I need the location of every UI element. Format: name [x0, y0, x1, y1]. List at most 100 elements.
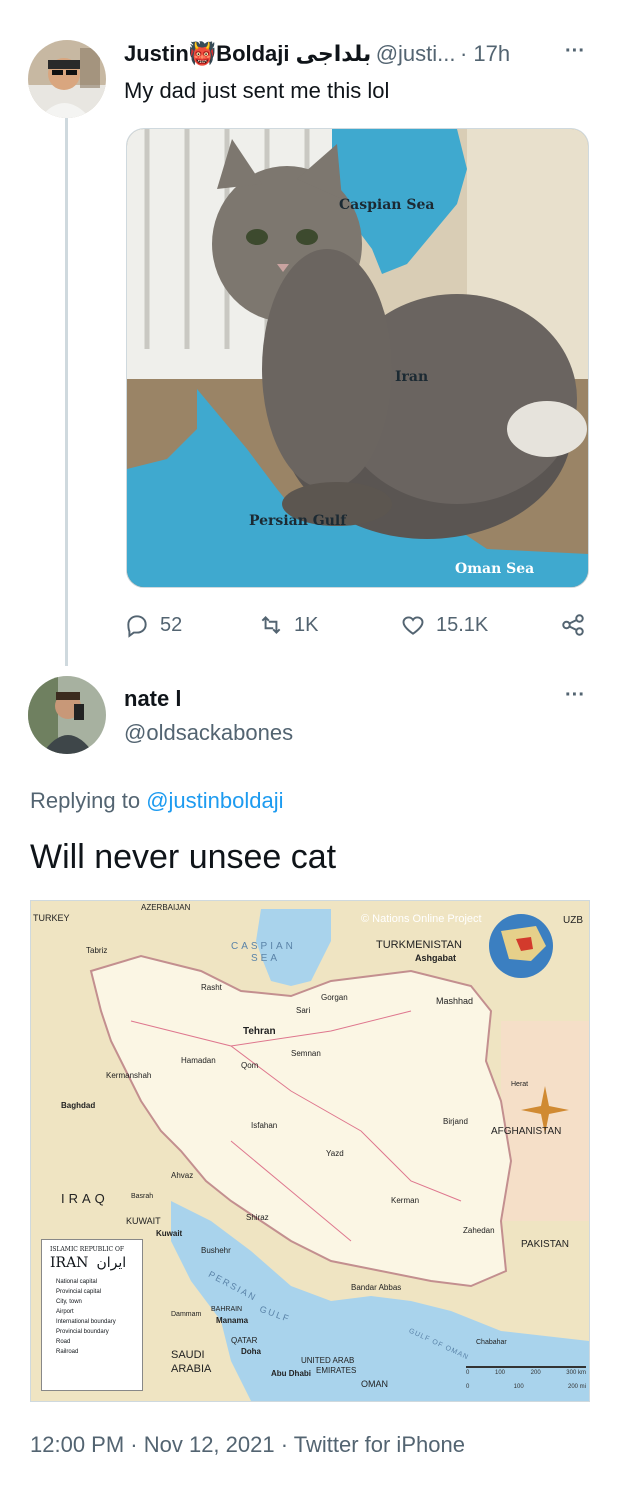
- scale-km: 0: [466, 1370, 470, 1376]
- country-uae-2: EMIRATES: [316, 1366, 357, 1375]
- country-azerbaijan: AZERBAIJAN: [141, 903, 191, 912]
- replying-to: Replying to @justinboldaji: [30, 788, 283, 814]
- label-persian-gulf: Persian Gulf: [249, 513, 347, 529]
- like-count: 15.1K: [436, 613, 489, 636]
- city-herat: Herat: [511, 1081, 529, 1088]
- city-kerman: Kerman: [391, 1196, 420, 1205]
- city-sari: Sari: [296, 1006, 311, 1015]
- retweet-icon: [261, 616, 281, 634]
- legend-item: Provincial capital: [56, 1289, 102, 1295]
- country-saudi: SAUDI: [171, 1349, 205, 1361]
- country-turkey: TURKEY: [33, 913, 70, 923]
- heart-icon: [402, 616, 424, 635]
- city-kermanshah: Kermanshah: [106, 1071, 152, 1080]
- city-bandar-abbas: Bandar Abbas: [351, 1283, 402, 1292]
- legend-item: Railroad: [56, 1349, 79, 1355]
- legend-item: Road: [56, 1339, 71, 1345]
- label-caspian-sea: Caspian Sea: [339, 197, 435, 213]
- city-birjand: Birjand: [443, 1117, 468, 1126]
- country-arabia: ARABIA: [171, 1363, 212, 1375]
- retweet-button[interactable]: 1K: [258, 612, 318, 638]
- handle[interactable]: @justi...: [376, 41, 456, 66]
- reply-button[interactable]: 52: [124, 612, 182, 638]
- country-uae-1: UNITED ARAB: [301, 1356, 355, 1365]
- tweet1-header: Justin👹Boldaji بلداجی @justi... · 17h: [124, 41, 510, 67]
- tweet-text: My dad just sent me this lol: [124, 78, 390, 103]
- tweet-image-cat-map[interactable]: Caspian Sea Iran Persian Gulf Oman Sea: [126, 128, 589, 588]
- replying-prefix: Replying to: [30, 788, 147, 813]
- city-basrah: Basrah: [131, 1193, 154, 1200]
- legend-title: IRAN: [50, 1255, 89, 1271]
- country-bahrain: BAHRAIN: [211, 1306, 243, 1313]
- city-kuwait: Kuwait: [156, 1229, 183, 1238]
- share-button[interactable]: [560, 612, 586, 638]
- scale-mi: 0: [466, 1384, 470, 1390]
- country-oman: OMAN: [361, 1379, 388, 1389]
- legend-item: City, town: [56, 1299, 82, 1305]
- city-isfahan: Isfahan: [251, 1121, 278, 1130]
- city-dammam: Dammam: [171, 1311, 202, 1318]
- city-manama: Manama: [216, 1316, 249, 1325]
- more-options-icon[interactable]: ···: [565, 40, 585, 63]
- city-tehran: Tehran: [243, 1026, 276, 1037]
- legend-item: Airport: [56, 1309, 74, 1315]
- legend-title-fa: ایران: [96, 1255, 127, 1271]
- country-uzb: UZB: [563, 915, 583, 926]
- city-mashhad: Mashhad: [436, 996, 474, 1006]
- scale-mi: 200 mi: [567, 1384, 586, 1390]
- avatar-nate[interactable]: [28, 676, 106, 754]
- city-ahvaz: Ahvaz: [171, 1171, 194, 1180]
- tweet-image-iran-map[interactable]: © Nations Online Project TURKEY AZERBAIJ…: [30, 900, 590, 1402]
- display-name[interactable]: nate l: [124, 686, 181, 712]
- city-tabriz: Tabriz: [86, 946, 108, 955]
- legend-items: National capital Provincial capital City…: [42, 1273, 142, 1357]
- scale-km: 100: [494, 1370, 505, 1376]
- city-baghdad: Baghdad: [61, 1101, 96, 1110]
- more-options-icon[interactable]: ···: [565, 684, 585, 707]
- timestamp[interactable]: · 17h: [460, 41, 510, 66]
- label-iran: Iran: [395, 369, 429, 385]
- label-oman-sea: Oman Sea: [455, 561, 535, 577]
- city-abu-dhabi: Abu Dhabi: [271, 1369, 311, 1378]
- city-chabahar: Chabahar: [476, 1339, 507, 1346]
- sea-caspian-1: CASPIAN: [231, 941, 296, 952]
- reply-count: 52: [160, 613, 183, 636]
- replying-handle-link[interactable]: @justinboldaji: [146, 788, 283, 813]
- thread-connector-line: [65, 118, 68, 666]
- city-shiraz: Shiraz: [246, 1213, 269, 1222]
- city-qom: Qom: [241, 1061, 259, 1070]
- like-button[interactable]: 15.1K: [400, 612, 488, 638]
- city-rasht: Rasht: [201, 983, 222, 992]
- country-afghanistan: AFGHANISTAN: [491, 1126, 562, 1137]
- tweet-text: Will never unsee cat: [30, 838, 337, 876]
- scale-km: 300 km: [566, 1370, 586, 1376]
- city-semnan: Semnan: [291, 1049, 321, 1058]
- country-iraq: IRAQ: [61, 1191, 109, 1206]
- handle[interactable]: @oldsackabones: [124, 720, 293, 746]
- country-kuwait: KUWAIT: [126, 1216, 161, 1226]
- retweet-count: 1K: [294, 613, 319, 636]
- map-scale: 0 100 200 300 km 0 100 200 mi: [466, 1366, 586, 1390]
- legend-header: ISLAMIC REPUBLIC OF: [50, 1246, 125, 1253]
- city-ashgabat: Ashgabat: [415, 953, 457, 963]
- city-yazd: Yazd: [326, 1149, 344, 1158]
- scale-mi: 100: [513, 1384, 524, 1390]
- avatar-justin[interactable]: [28, 40, 106, 118]
- share-icon: [562, 614, 584, 636]
- legend-item: International boundary: [56, 1319, 116, 1325]
- city-bushehr: Bushehr: [201, 1246, 231, 1255]
- city-hamadan: Hamadan: [181, 1056, 216, 1065]
- city-doha: Doha: [241, 1347, 261, 1356]
- reply-icon: [127, 615, 147, 638]
- city-gorgan: Gorgan: [321, 993, 348, 1002]
- sea-caspian-2: SEA: [251, 953, 281, 964]
- scale-km: 200: [530, 1370, 541, 1376]
- city-zahedan: Zahedan: [463, 1226, 495, 1235]
- display-name[interactable]: Justin👹Boldaji بلداجی: [124, 41, 371, 66]
- legend-item: Provincial boundary: [56, 1329, 109, 1335]
- tweet-footer-metadata: 12:00 PM · Nov 12, 2021 · Twitter for iP…: [30, 1432, 465, 1457]
- country-pakistan: PAKISTAN: [521, 1239, 569, 1250]
- country-qatar: QATAR: [231, 1336, 258, 1345]
- map-legend: ISLAMIC REPUBLIC OF IRAN ایران National …: [41, 1239, 143, 1391]
- map-credit: © Nations Online Project: [361, 913, 482, 925]
